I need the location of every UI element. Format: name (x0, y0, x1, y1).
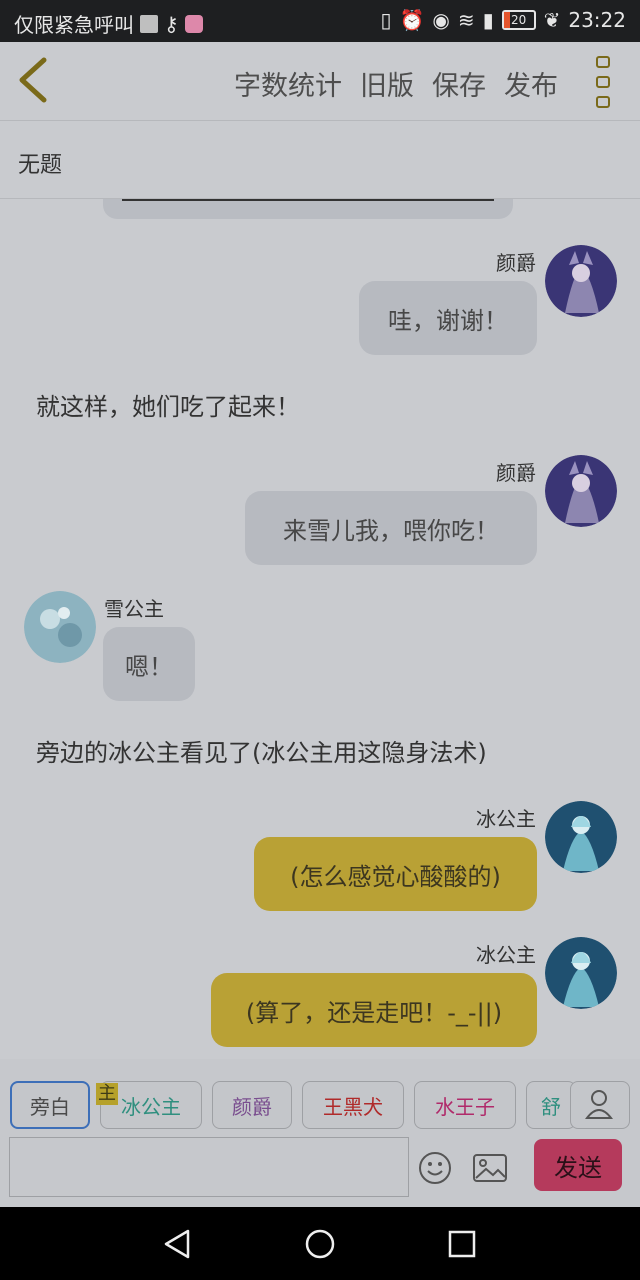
chat-area[interactable]: 颜爵 哇，谢谢！ 就这样，她们吃了起来！ 颜爵 来雪儿我，喂你吃！ 雪公主 嗯！… (0, 199, 640, 1059)
avatar-binggongzhu[interactable] (545, 937, 617, 1009)
message-bubble[interactable]: 来雪儿我，喂你吃！ (245, 491, 537, 565)
message-bubble[interactable]: (算了，还是走吧！-_-||) (211, 973, 537, 1047)
old-version-button[interactable]: 旧版 (360, 64, 414, 103)
battery-icon: 20 (501, 10, 536, 30)
save-button[interactable]: 保存 (432, 64, 486, 103)
vibrate-icon: ▯ (380, 8, 392, 32)
back-triangle-icon[interactable] (160, 1227, 194, 1261)
send-button[interactable]: 发送 (534, 1139, 622, 1191)
message-bubble[interactable]: 哇，谢谢！ (359, 281, 537, 355)
back-arrow-icon[interactable] (14, 56, 54, 104)
message-bubble[interactable]: 嗯！ (103, 627, 195, 701)
home-circle-icon[interactable] (303, 1227, 337, 1261)
emoji-icon[interactable] (418, 1151, 452, 1185)
speaker-name: 冰公主 (476, 807, 536, 831)
chip-shu[interactable]: 舒 (526, 1081, 576, 1129)
chip-yanjue[interactable]: 颜爵 (212, 1081, 292, 1129)
main-character-tag: 主 (96, 1083, 118, 1105)
more-menu-icon[interactable] (596, 56, 616, 108)
message-bubble[interactable]: (怎么感觉心酸酸的) (254, 837, 537, 911)
image-icon[interactable] (472, 1151, 508, 1185)
wifi-icon: ≋ (457, 8, 475, 32)
speaker-name: 雪公主 (104, 597, 164, 621)
app-icon (184, 14, 203, 33)
avatar-xuegongzhu[interactable] (24, 591, 96, 663)
carrier-text: 仅限紧急呼叫 (14, 13, 134, 37)
toolbar: 字数统计 旧版 保存 发布 (0, 42, 640, 121)
character-chips: 旁白 冰公主 颜爵 王黑犬 水王子 舒 (10, 1081, 576, 1129)
compose-panel: 旁白 冰公主 颜爵 王黑犬 水王子 舒 主 发送 (0, 1059, 640, 1207)
alarm-icon: ⏰ (399, 8, 425, 32)
narration-text[interactable]: 旁边的冰公主看见了(冰公主用这隐身法术) (36, 733, 487, 768)
narration-text[interactable]: 就这样，她们吃了起来！ (36, 387, 300, 422)
add-character-button[interactable] (570, 1081, 630, 1129)
status-bar: 仅限紧急呼叫 ⚷ ▯ ⏰ ◉ ≋ ▮ 20 ❦ 23:22 (0, 0, 640, 42)
key-icon: ⚷ (164, 11, 179, 36)
speaker-name: 颜爵 (496, 461, 536, 485)
leaf-icon: ❦ (543, 8, 561, 32)
chip-narrator[interactable]: 旁白 (10, 1081, 90, 1129)
recents-square-icon[interactable] (445, 1227, 479, 1261)
navigation-bar (0, 1207, 640, 1280)
eye-icon: ◉ (432, 8, 450, 32)
chip-wangheiquan[interactable]: 王黑犬 (302, 1081, 404, 1129)
speaker-name: 冰公主 (476, 943, 536, 967)
message-input[interactable] (9, 1137, 409, 1197)
previous-bubble (103, 199, 513, 219)
divider-line (122, 199, 494, 201)
avatar-yanjue[interactable] (545, 245, 617, 317)
user-icon (584, 1090, 614, 1119)
word-count-button[interactable]: 字数统计 (234, 64, 342, 103)
title-row[interactable]: 无题 (0, 121, 640, 199)
chip-shuiwangzi[interactable]: 水王子 (414, 1081, 516, 1129)
avatar-yanjue[interactable] (545, 455, 617, 527)
publish-button[interactable]: 发布 (504, 64, 558, 103)
doc-title: 无题 (18, 153, 63, 178)
notification-icon (140, 14, 158, 33)
clock-time: 23:22 (568, 8, 626, 32)
avatar-binggongzhu[interactable] (545, 801, 617, 873)
speaker-name: 颜爵 (496, 251, 536, 275)
sim-icon: ▮ (482, 8, 494, 32)
